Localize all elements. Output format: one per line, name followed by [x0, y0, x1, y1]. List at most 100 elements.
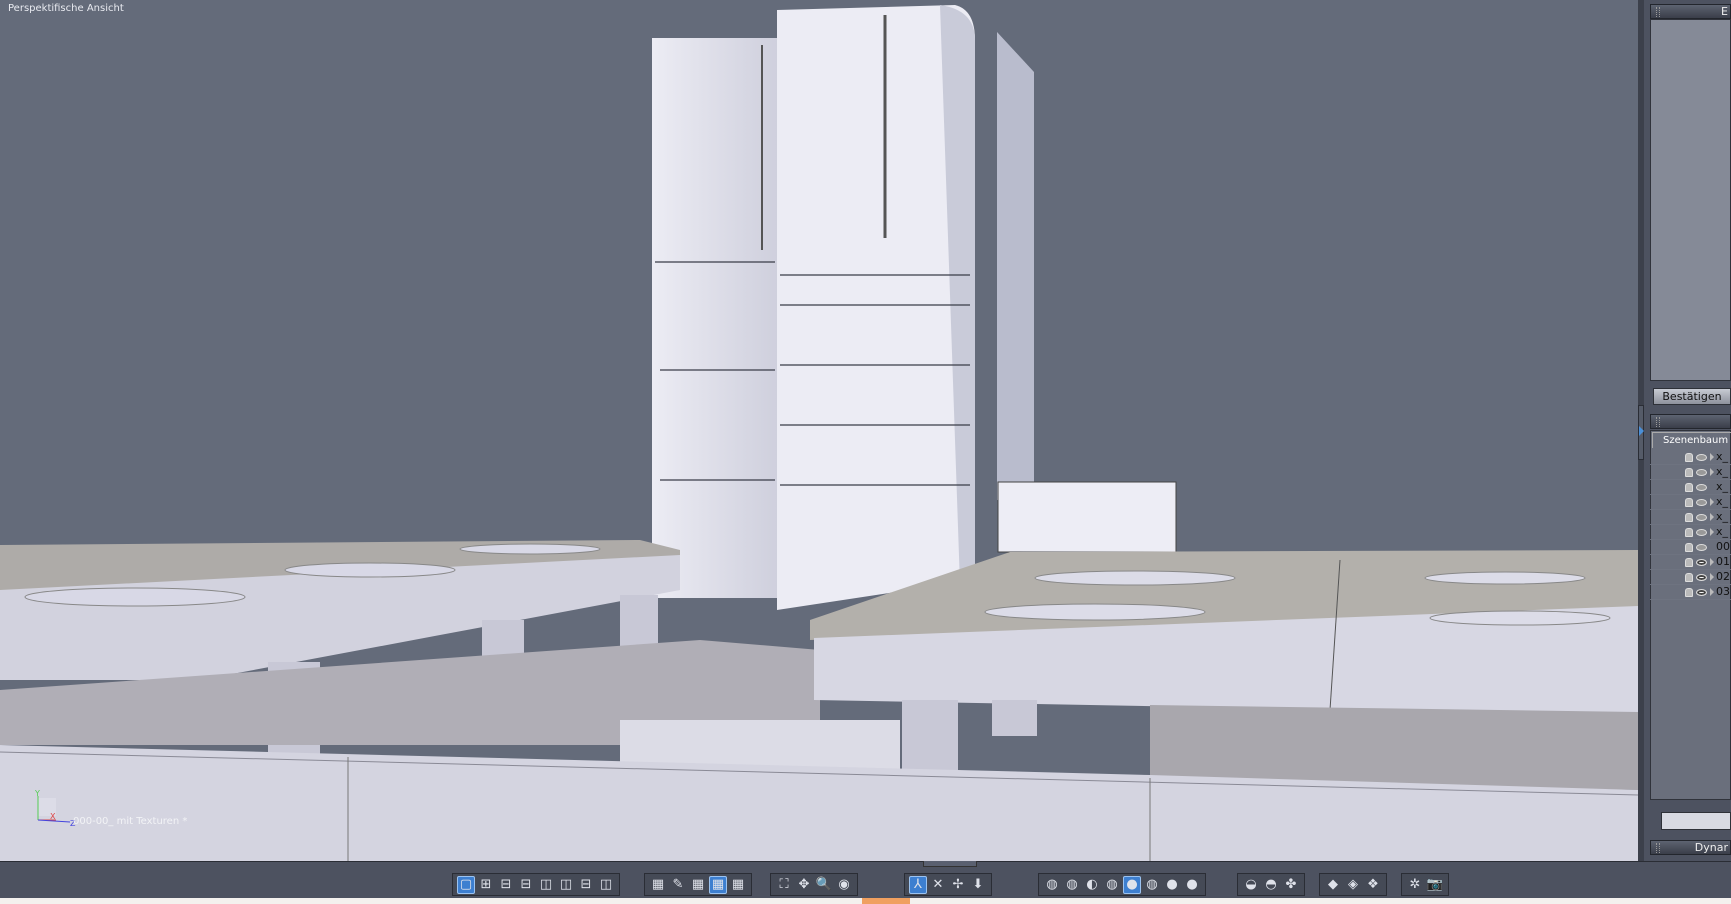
wireframe-hidden-icon[interactable]: ◍	[1063, 876, 1081, 894]
smooth-shade-icon[interactable]: ●	[1123, 875, 1141, 894]
object-multi-icon[interactable]: ✤	[1282, 876, 1300, 894]
lock-icon[interactable]	[1685, 543, 1693, 552]
lock-icon[interactable]	[1685, 468, 1693, 477]
white-sphere-icon[interactable]: ●	[1183, 876, 1201, 894]
toolbar-group-navigate: ⛶ ✥ 🔍 ◉	[770, 873, 858, 896]
viewport-title: Perspektifische Ansicht	[8, 3, 124, 14]
rotate-icon[interactable]: ✢	[949, 876, 967, 894]
scene-tree-row[interactable]: 01	[1650, 555, 1731, 570]
scene-tree-row[interactable]: 02	[1650, 570, 1731, 585]
expand-arrow-icon[interactable]	[1710, 573, 1714, 581]
scene-tree-item-name: x_	[1716, 510, 1729, 523]
confirm-button[interactable]: Bestätigen	[1653, 388, 1731, 405]
pan-icon[interactable]: ✥	[795, 876, 813, 894]
smooth-wire-icon[interactable]: ◍	[1143, 876, 1161, 894]
shaded-wire-icon[interactable]: ◍	[1103, 876, 1121, 894]
scene-tree-item-name: 03	[1716, 585, 1730, 598]
grid-edit-icon[interactable]: ▦	[649, 876, 667, 894]
scene-tree-header[interactable]	[1650, 414, 1731, 429]
scene-tree-row[interactable]: x_	[1650, 480, 1731, 495]
grip-icon	[1656, 7, 1660, 17]
camera-icon[interactable]: 📷	[1426, 876, 1444, 894]
tab-szenenbaum[interactable]: Szenenbaum	[1652, 432, 1731, 448]
3d-viewport[interactable]: Perspektifische Ansicht Y X Z 000-00_ mi…	[0, 0, 1638, 861]
zoom-icon[interactable]: 🔍	[815, 876, 833, 894]
shape-icon[interactable]: ❖	[1364, 876, 1382, 894]
grip-icon	[1656, 843, 1660, 853]
lock-icon[interactable]	[1685, 588, 1693, 597]
lock-icon[interactable]	[1685, 558, 1693, 567]
right-panel: E Bestätigen Szenenbaum x_ x_ x_ x_ x_ x_ 00 01…	[1644, 0, 1731, 861]
zoom-extents-icon[interactable]: ⛶	[775, 876, 793, 894]
grid-green-icon[interactable]: ▦	[729, 876, 747, 894]
scene-tree-item-name: x_	[1716, 450, 1729, 463]
object-group-icon[interactable]: ◓	[1262, 876, 1280, 894]
expand-arrow-icon[interactable]	[1710, 498, 1714, 506]
three-view-bottom-icon[interactable]: ⊟	[517, 876, 535, 894]
expand-arrow-icon[interactable]	[1710, 468, 1714, 476]
drop-icon[interactable]: ⬇	[969, 876, 987, 894]
status-strip	[0, 898, 1731, 904]
grid-blue-icon[interactable]: ▦	[709, 875, 727, 894]
move-icon[interactable]: ✕	[929, 876, 947, 894]
expand-arrow-icon[interactable]	[1710, 528, 1714, 536]
flat-shade-icon[interactable]: ◐	[1083, 876, 1101, 894]
gray-sphere-icon[interactable]: ●	[1163, 876, 1181, 894]
scene-tree-input[interactable]	[1661, 812, 1731, 830]
top-panel-header[interactable]: E	[1650, 4, 1731, 19]
two-view-horizontal-icon[interactable]: ⊟	[577, 876, 595, 894]
two-view-vertical-icon[interactable]: ◫	[597, 876, 615, 894]
scene-tree-row[interactable]: x_	[1650, 465, 1731, 480]
expand-arrow-icon[interactable]	[1710, 513, 1714, 521]
toolbar-group-primitives: ◆ ◈ ❖	[1319, 873, 1387, 896]
toolbar-group-shading: ◍ ◍ ◐ ◍ ● ◍ ● ●	[1038, 873, 1206, 896]
expand-arrow-icon[interactable]	[1710, 558, 1714, 566]
expand-arrow-icon[interactable]	[1710, 453, 1714, 461]
scene-tree-item-name: 02	[1716, 570, 1730, 583]
visibility-eye-icon[interactable]	[1696, 469, 1707, 476]
three-view-right-icon[interactable]: ◫	[557, 876, 575, 894]
dynamics-panel-header[interactable]: Dynar	[1650, 840, 1731, 855]
visibility-eye-icon[interactable]	[1696, 529, 1707, 536]
toolbar-group-render: ✲ 📷	[1401, 873, 1449, 896]
scene-tree-row[interactable]: 00	[1650, 540, 1731, 555]
scene-tree-row[interactable]: x_	[1650, 525, 1731, 540]
lock-icon[interactable]	[1685, 528, 1693, 537]
lock-icon[interactable]	[1685, 453, 1693, 462]
cube-icon[interactable]: ◆	[1324, 876, 1342, 894]
scene-tree-row[interactable]: 03	[1650, 585, 1731, 600]
scene-tree-row[interactable]: x_	[1650, 495, 1731, 510]
toolbar-notch[interactable]	[923, 861, 977, 867]
box-icon[interactable]: ◈	[1344, 876, 1362, 894]
axis-y-label: Y	[34, 789, 40, 798]
quad-view-icon[interactable]: ⊞	[477, 876, 495, 894]
three-view-left-icon[interactable]: ◫	[537, 876, 555, 894]
visibility-eye-icon[interactable]	[1696, 514, 1707, 521]
visibility-eye-icon[interactable]	[1696, 574, 1707, 581]
visibility-eye-icon[interactable]	[1696, 499, 1707, 506]
visibility-eye-icon[interactable]	[1696, 559, 1707, 566]
scene-tree-row[interactable]: x_	[1650, 510, 1731, 525]
visibility-eye-icon[interactable]	[1696, 544, 1707, 551]
object-select-icon[interactable]: ◒	[1242, 876, 1260, 894]
dynamics-panel-title: Dynar	[1694, 841, 1728, 854]
look-icon[interactable]: ◉	[835, 876, 853, 894]
lock-icon[interactable]	[1685, 483, 1693, 492]
scene-tree-item-name: 01	[1716, 555, 1730, 568]
wireframe-icon[interactable]: ◍	[1043, 876, 1061, 894]
single-view-icon[interactable]: ▢	[457, 875, 475, 894]
three-view-top-icon[interactable]: ⊟	[497, 876, 515, 894]
visibility-eye-icon[interactable]	[1696, 484, 1707, 491]
lock-icon[interactable]	[1685, 573, 1693, 582]
visibility-eye-icon[interactable]	[1696, 589, 1707, 596]
axis-icon[interactable]: ⅄	[909, 875, 927, 894]
light-icon[interactable]: ✲	[1406, 876, 1424, 894]
grid-red-icon[interactable]: ▦	[689, 876, 707, 894]
expand-arrow-icon[interactable]	[1710, 588, 1714, 596]
grid-snap-icon[interactable]: ✎	[669, 876, 687, 894]
bottom-toolbar: ▢ ⊞ ⊟ ⊟ ◫ ◫ ⊟ ◫ ▦ ✎ ▦ ▦ ▦ ⛶ ✥ 🔍 ◉ ⅄ ✕ ✢ ⬇ ◍ ◍ ◐ ◍ ● ◍ ● ● ◒ ◓ ✤ ◆ ◈ ❖ ✲ 📷	[0, 861, 1731, 898]
scene-tree-row[interactable]: x_	[1650, 450, 1731, 465]
lock-icon[interactable]	[1685, 513, 1693, 522]
visibility-eye-icon[interactable]	[1696, 454, 1707, 461]
lock-icon[interactable]	[1685, 498, 1693, 507]
